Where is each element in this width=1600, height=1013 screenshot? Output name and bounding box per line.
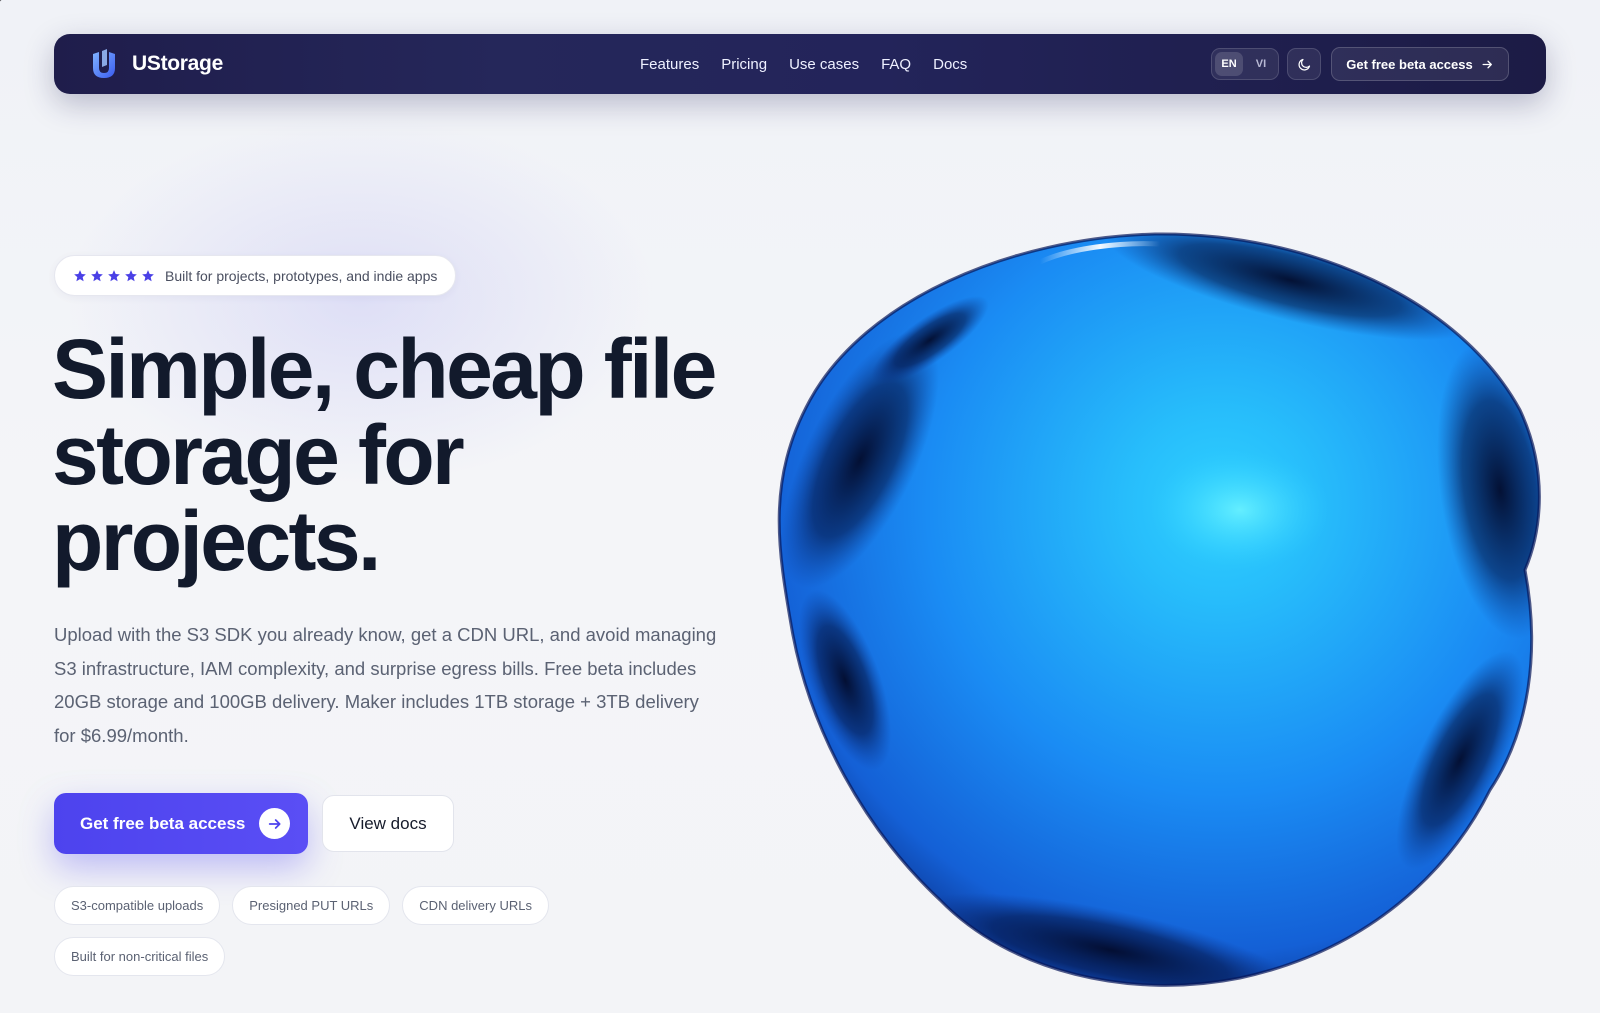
nav-links: Features Pricing Use cases FAQ Docs	[640, 34, 967, 94]
hero-headline: Simple, cheap file storage for projects.	[52, 326, 742, 584]
description-line: for $6.99/month.	[54, 724, 189, 746]
rating-badge: Built for projects, prototypes, and indi…	[54, 255, 457, 296]
feature-tag: CDN delivery URLs	[402, 886, 549, 925]
hero-blob-illustration	[777, 232, 1541, 987]
nav-cta-label: Get free beta access	[1346, 56, 1473, 72]
star-icon	[142, 269, 154, 281]
rating-stars	[73, 269, 155, 283]
theme-toggle-button[interactable]	[1287, 48, 1321, 80]
feature-tag: Presigned PUT URLs	[232, 886, 391, 925]
nav-link-use-cases[interactable]: Use cases	[789, 56, 859, 73]
star-icon	[108, 269, 120, 281]
primary-cta-label: Get free beta access	[80, 813, 246, 833]
language-option-en[interactable]: EN	[1215, 52, 1243, 76]
nav-get-beta-access-button[interactable]: Get free beta access	[1331, 47, 1509, 81]
moon-icon	[1297, 58, 1310, 71]
star-icon	[91, 269, 103, 281]
description-line: S3 infrastructure, IAM complexity, and s…	[54, 657, 697, 679]
nav-link-features[interactable]: Features	[640, 56, 699, 73]
star-icon	[74, 269, 86, 281]
secondary-cta-label: View docs	[349, 813, 427, 833]
nav-link-pricing[interactable]: Pricing	[721, 56, 767, 73]
feature-tag: S3-compatible uploads	[54, 886, 221, 925]
arrow-right-icon	[1482, 60, 1492, 68]
star-icon	[125, 269, 137, 281]
arrow-right-icon	[268, 818, 281, 829]
language-switcher: EN VI	[1211, 48, 1279, 80]
arrow-circle	[259, 808, 291, 839]
feature-tag: Built for non-critical files	[54, 937, 226, 976]
nav-link-docs[interactable]: Docs	[933, 56, 967, 73]
language-option-vi[interactable]: VI	[1247, 52, 1275, 76]
hero-description: Upload with the S3 SDK you already know,…	[54, 618, 722, 752]
nav-link-faq[interactable]: FAQ	[881, 56, 911, 73]
get-beta-access-button[interactable]: Get free beta access	[54, 793, 308, 854]
description-line: Upload with the S3 SDK you already know,…	[54, 624, 717, 645]
brand-name: UStorage	[132, 52, 223, 75]
headline-line: storage for	[52, 408, 465, 502]
landing-page: UStorage Features Pricing Use cases FAQ …	[0, 0, 1600, 1013]
headline-line: Simple, cheap file	[52, 322, 717, 416]
ustorage-logo-icon	[93, 49, 115, 78]
rating-text: Built for projects, prototypes, and indi…	[165, 267, 438, 284]
view-docs-button[interactable]: View docs	[322, 795, 454, 852]
brand[interactable]: UStorage	[90, 48, 223, 80]
description-line: 20GB storage and 100GB delivery. Maker i…	[54, 691, 699, 712]
top-navbar: UStorage Features Pricing Use cases FAQ …	[54, 34, 1546, 94]
feature-tags: S3-compatible uploads Presigned PUT URLs…	[54, 886, 614, 976]
headline-line: projects.	[52, 494, 381, 588]
